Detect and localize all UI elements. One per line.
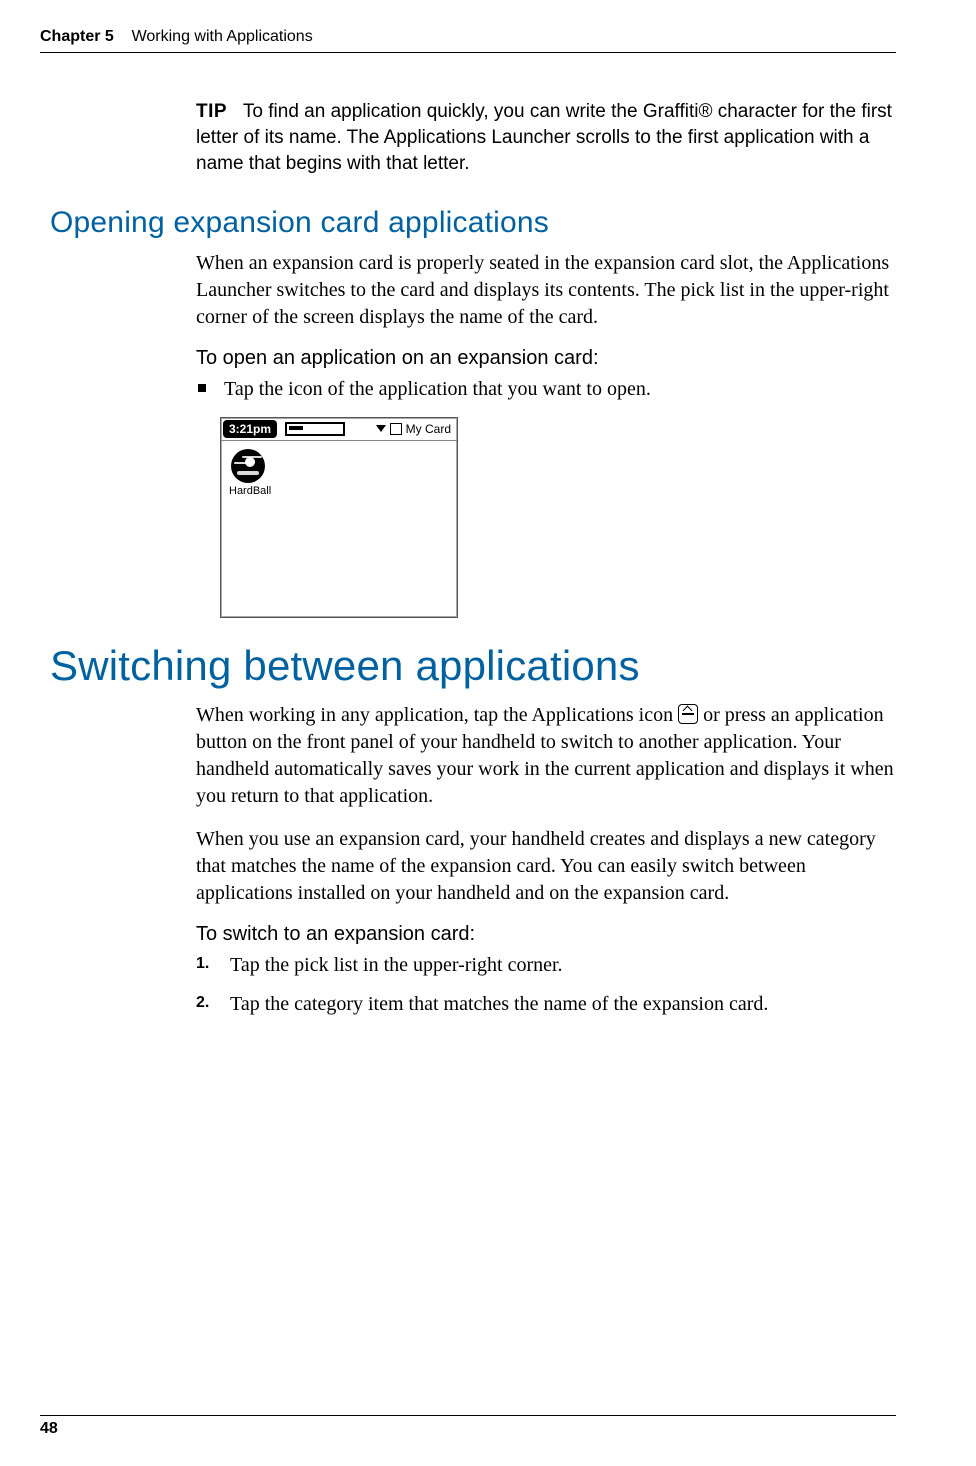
running-header: Chapter 5 Working with Applications	[40, 28, 896, 53]
device-statusbar: 3:21pm My Card	[221, 418, 457, 441]
section1-paragraph: When an expansion card is properly seate…	[196, 250, 896, 331]
card-icon	[390, 423, 402, 435]
tip-text: To find an application quickly, you can …	[196, 101, 892, 174]
step-1: Tap the pick list in the upper-right cor…	[196, 952, 896, 979]
chapter-label: Chapter 5	[40, 28, 114, 45]
tip-label: TIP	[196, 101, 227, 122]
dropdown-icon	[376, 425, 386, 432]
device-screenshot: 3:21pm My Card HardBall	[220, 417, 458, 618]
app-label-hardball: HardBall	[229, 485, 449, 497]
tip-block: TIP To find an application quickly, you …	[196, 99, 896, 178]
section2-para1: When working in any application, tap the…	[196, 702, 896, 810]
page-footer: 48	[40, 1415, 896, 1438]
section1-runin: To open an application on an expansion c…	[196, 347, 896, 370]
section2-para2: When you use an expansion card, your han…	[196, 826, 896, 907]
section-heading-expansion: Opening expansion card applications	[50, 206, 896, 240]
section-heading-switching: Switching between applications	[50, 642, 896, 690]
page-number: 48	[40, 1420, 58, 1437]
step-2: Tap the category item that matches the n…	[196, 991, 896, 1018]
app-icon-hardball[interactable]	[231, 449, 265, 483]
battery-icon	[285, 422, 345, 436]
category-picklist[interactable]: My Card	[376, 422, 451, 436]
picklist-label: My Card	[406, 422, 451, 436]
section1-bullet: Tap the icon of the application that you…	[196, 376, 896, 403]
applications-icon	[678, 704, 698, 724]
device-time: 3:21pm	[223, 420, 277, 438]
section2-runin: To switch to an expansion card:	[196, 923, 896, 946]
chapter-title: Working with Applications	[132, 28, 313, 45]
